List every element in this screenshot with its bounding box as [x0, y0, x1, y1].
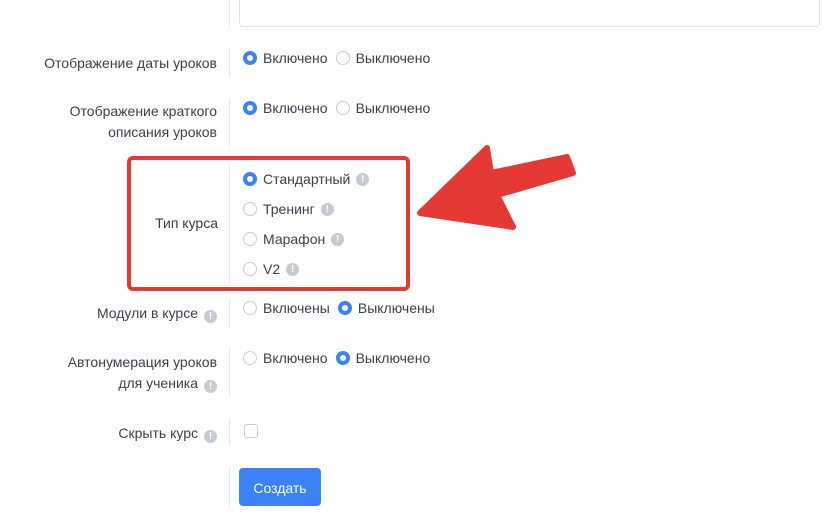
radio-checked-icon[interactable]	[243, 51, 257, 65]
textarea-field[interactable]	[239, 0, 820, 27]
label-text: для ученика	[118, 375, 198, 391]
radio-checked-icon[interactable]	[243, 101, 257, 115]
lesson-date-option-on[interactable]: Включено	[243, 50, 328, 66]
label-line: Отображение краткого	[69, 103, 217, 119]
option-label: Выключено	[355, 350, 431, 366]
divider	[229, 48, 230, 78]
autonumber-option-on[interactable]: Включено	[243, 350, 328, 366]
radio-unchecked-icon[interactable]	[243, 301, 257, 315]
option-label: Включены	[263, 300, 330, 316]
label-text: Модули в курсе	[96, 305, 198, 321]
radio-unchecked-icon[interactable]	[243, 351, 257, 365]
divider	[229, 0, 230, 26]
option-label: Включено	[263, 50, 328, 66]
option-label: Выключено	[355, 100, 431, 116]
label-line: описания уроков	[108, 124, 217, 140]
hide-course-label: Скрыть курс!	[118, 423, 217, 444]
modules-radio-group: Включены Выключены	[243, 300, 443, 316]
radio-checked-icon[interactable]	[337, 301, 352, 315]
lesson-date-label: Отображение даты уроков	[44, 55, 217, 71]
autonumber-label: Автонумерация уроков для ученика!	[68, 352, 217, 394]
arrow-annotation-icon	[417, 145, 576, 230]
create-button[interactable]: Создать	[239, 468, 321, 506]
info-icon[interactable]: !	[204, 310, 217, 323]
divider	[229, 348, 230, 396]
hide-course-checkbox[interactable]	[244, 424, 258, 438]
option-label: Выключено	[355, 50, 431, 66]
radio-unchecked-icon[interactable]	[335, 101, 350, 115]
lesson-desc-option-on[interactable]: Включено	[243, 100, 328, 116]
info-icon[interactable]: !	[204, 430, 217, 443]
option-label: Включено	[263, 350, 328, 366]
label-line: для ученика!	[68, 373, 217, 394]
label-text: Скрыть курс	[118, 425, 198, 441]
label-line: Автонумерация уроков	[67, 354, 217, 370]
lesson-desc-radio-group: Включено Выключено	[243, 100, 438, 116]
modules-option-off[interactable]: Выключены	[337, 300, 435, 316]
radio-checked-icon[interactable]	[335, 351, 350, 365]
divider	[229, 98, 230, 146]
highlight-box	[127, 156, 410, 291]
option-label: Выключены	[357, 300, 435, 316]
divider	[229, 418, 230, 446]
option-label: Включено	[263, 100, 328, 116]
modules-option-on[interactable]: Включены	[243, 300, 330, 316]
lesson-desc-option-off[interactable]: Выключено	[335, 100, 431, 116]
lesson-desc-label: Отображение краткого описания уроков	[70, 101, 217, 143]
lesson-date-radio-group: Включено Выключено	[243, 50, 438, 66]
autonumber-option-off[interactable]: Выключено	[335, 350, 431, 366]
divider	[229, 468, 230, 506]
autonumber-radio-group: Включено Выключено	[243, 350, 438, 366]
divider	[229, 298, 230, 328]
lesson-date-option-off[interactable]: Выключено	[335, 50, 431, 66]
radio-unchecked-icon[interactable]	[335, 51, 350, 65]
modules-label: Модули в курсе!	[97, 303, 217, 324]
info-icon[interactable]: !	[204, 380, 217, 393]
